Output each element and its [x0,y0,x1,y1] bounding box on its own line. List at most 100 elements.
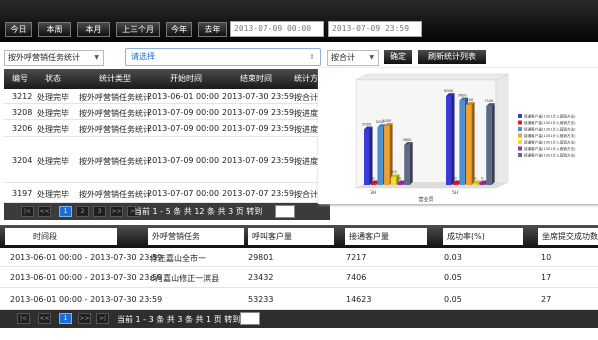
bar-data-label: 0 [399,177,401,181]
cell-success: 17 [541,273,552,282]
goto-page-input[interactable] [275,205,295,218]
last-page-button[interactable]: >| [96,313,109,324]
top-toolbar: 今日 本周 本月 上三个月 今年 去年 2013-07-09 00:00 201… [0,0,598,42]
task-select[interactable]: 请选择 ⇕ [125,48,321,66]
table-row[interactable]: 2013-06-01 00:00 - 2013-07-30 23:59 5323… [0,288,598,310]
bar-data-label: 0 [481,177,483,181]
column-header-period[interactable]: 时间段 [5,228,117,245]
chart-bar [404,142,413,185]
x-tick-label: 5H [452,190,458,196]
column-header-start[interactable]: 开始时间 [170,69,202,89]
this-month-button[interactable]: 本月 [77,22,110,37]
column-header-type[interactable]: 统计类型 [99,69,131,89]
first-page-button[interactable]: |< [17,313,30,324]
cell-mode: 按进度 [294,109,318,118]
cell-connected: 14623 [346,295,372,304]
page-1-button[interactable]: 1 [59,313,72,324]
column-header-status[interactable]: 状态 [45,69,61,89]
next-page-button[interactable]: >> [78,313,91,324]
cell-period: 2013-06-01 00:00 - 2013-07-30 23:59 [10,273,163,282]
chart-back-wall-top [355,73,509,81]
bar-data-label: 7100 [484,99,493,103]
table-row[interactable]: 3206 处理完毕 按外呼营销任务统计 2013-07-09 00:00 201… [4,120,330,137]
bar-front [397,183,403,185]
legend-swatch [518,127,522,131]
table-row[interactable]: 3204 处理完毕 按外呼营销任务统计 2013-07-09 00:00 201… [4,137,330,183]
start-date-input[interactable]: 2013-07-09 00:00 [230,21,324,37]
aggregate-mode-value: 按合计 [331,53,355,62]
confirm-button[interactable]: 确定 [384,50,412,64]
legend-swatch [518,120,522,125]
table-row[interactable]: 3212 处理完毕 按外呼营销任务统计 2013-06-01 00:00 201… [4,89,330,104]
aggregate-mode-select[interactable]: 按合计 ▼ [327,50,379,66]
page-1-button[interactable]: 1 [59,206,72,217]
bar-data-label: 8000 [444,89,453,93]
legend-label: 接通客户量(1301计入营销方法) [524,140,576,145]
chart-bar [466,102,475,185]
cell-type: 按外呼营销任务统计 [79,190,151,199]
chart-legend: 接通客户量(1301计入营销方法)接通客户量(1301计入营销方法)接通客户量(… [518,114,576,158]
task-select-placeholder: 请选择 [131,52,155,61]
chart-bar [486,103,495,185]
next-page-button[interactable]: >> [110,206,123,217]
cell-type: 按外呼营销任务统计 [79,125,151,134]
bar-data-label: 5000 [362,122,371,126]
today-button[interactable]: 今日 [5,22,32,37]
column-header-task[interactable]: 外呼营销任务 [148,228,244,245]
stats-table-header: 编号 状态 统计类型 开始时间 结束时间 统计方式 [4,69,330,89]
stat-type-select[interactable]: 按外呼营销任务统计 ▼ [4,50,104,66]
cell-period: 2013-06-01 00:00 - 2013-07-30 23:59 [10,253,163,262]
table-row[interactable]: 2013-06-01 00:00 - 2013-07-30 23:59 修正嘉山… [0,248,598,267]
prev-page-button[interactable]: << [38,313,51,324]
legend-swatch [518,140,522,144]
refresh-list-button[interactable]: 刷新统计列表 [418,50,486,64]
pager-summary: 当前 1 - 5 条 共 12 条 共 3 页 转到 [134,207,263,216]
cell-id: 3206 [12,124,33,133]
chevron-down-icon: ▼ [94,54,99,61]
bar-side [471,102,475,185]
bar-front [364,129,370,185]
cell-rate: 0.05 [444,273,462,282]
cell-rate: 0.03 [444,253,462,262]
page-3-button[interactable]: 3 [93,206,106,217]
cell-calls: 29801 [248,253,274,262]
bar-data-label: 0 [474,177,476,181]
last-three-months-button[interactable]: 上三个月 [116,22,160,37]
cell-calls: 23432 [248,273,274,282]
table-row[interactable]: 3208 处理完毕 按外呼营销任务统计 2013-07-09 00:00 201… [4,104,330,120]
column-header-id[interactable]: 编号 [12,69,28,89]
bar-data-label: 5300 [382,119,391,123]
column-header-calls[interactable]: 呼叫客户量 [248,228,334,245]
cell-end: 2013-07-09 23:59 [222,108,295,117]
table-row[interactable]: 3197 处理完毕 按外呼营销任务统计 2013-07-07 00:00 201… [4,183,330,203]
bar-data-label: 0 [454,177,456,181]
cell-start: 2013-07-09 00:00 [147,156,220,165]
column-header-success[interactable]: 坐席提交成功数 [538,228,598,245]
chart-side-wall [495,73,509,189]
column-header-rate[interactable]: 成功率(%) [443,228,523,245]
cell-status: 处理完毕 [37,190,69,199]
cell-end: 2013-07-09 23:59 [222,124,295,133]
cell-id: 3212 [12,92,33,101]
column-header-connected[interactable]: 接通客户量 [345,228,427,245]
last-year-button[interactable]: 去年 [198,22,227,37]
cell-status: 处理完毕 [37,109,69,118]
pager-summary: 当前 1 - 3 条 共 3 条 共 1 页 转到 [117,315,241,324]
first-page-button[interactable]: |< [21,206,34,217]
legend-label: 接通客户量(1301计入营销方法) [524,133,576,138]
prev-page-button[interactable]: << [38,206,51,217]
bar-front [377,127,383,185]
table-row[interactable]: 2013-06-01 00:00 - 2013-07-30 23:59 6月嘉山… [0,267,598,288]
cell-end: 2013-07-07 23:59 [222,189,295,198]
this-week-button[interactable]: 本周 [38,22,71,37]
cell-mode: 按合计 [294,190,318,199]
cell-rate: 0.05 [444,295,462,304]
chart-bar [446,93,455,185]
end-date-input[interactable]: 2013-07-09 23:59 [328,21,422,37]
goto-page-input[interactable] [240,312,260,325]
column-header-end[interactable]: 结束时间 [240,69,272,89]
this-year-button[interactable]: 今年 [166,22,192,37]
page-2-button[interactable]: 2 [76,206,89,217]
chevron-down-icon: ▼ [369,54,374,61]
cell-start: 2013-07-07 00:00 [147,189,220,198]
